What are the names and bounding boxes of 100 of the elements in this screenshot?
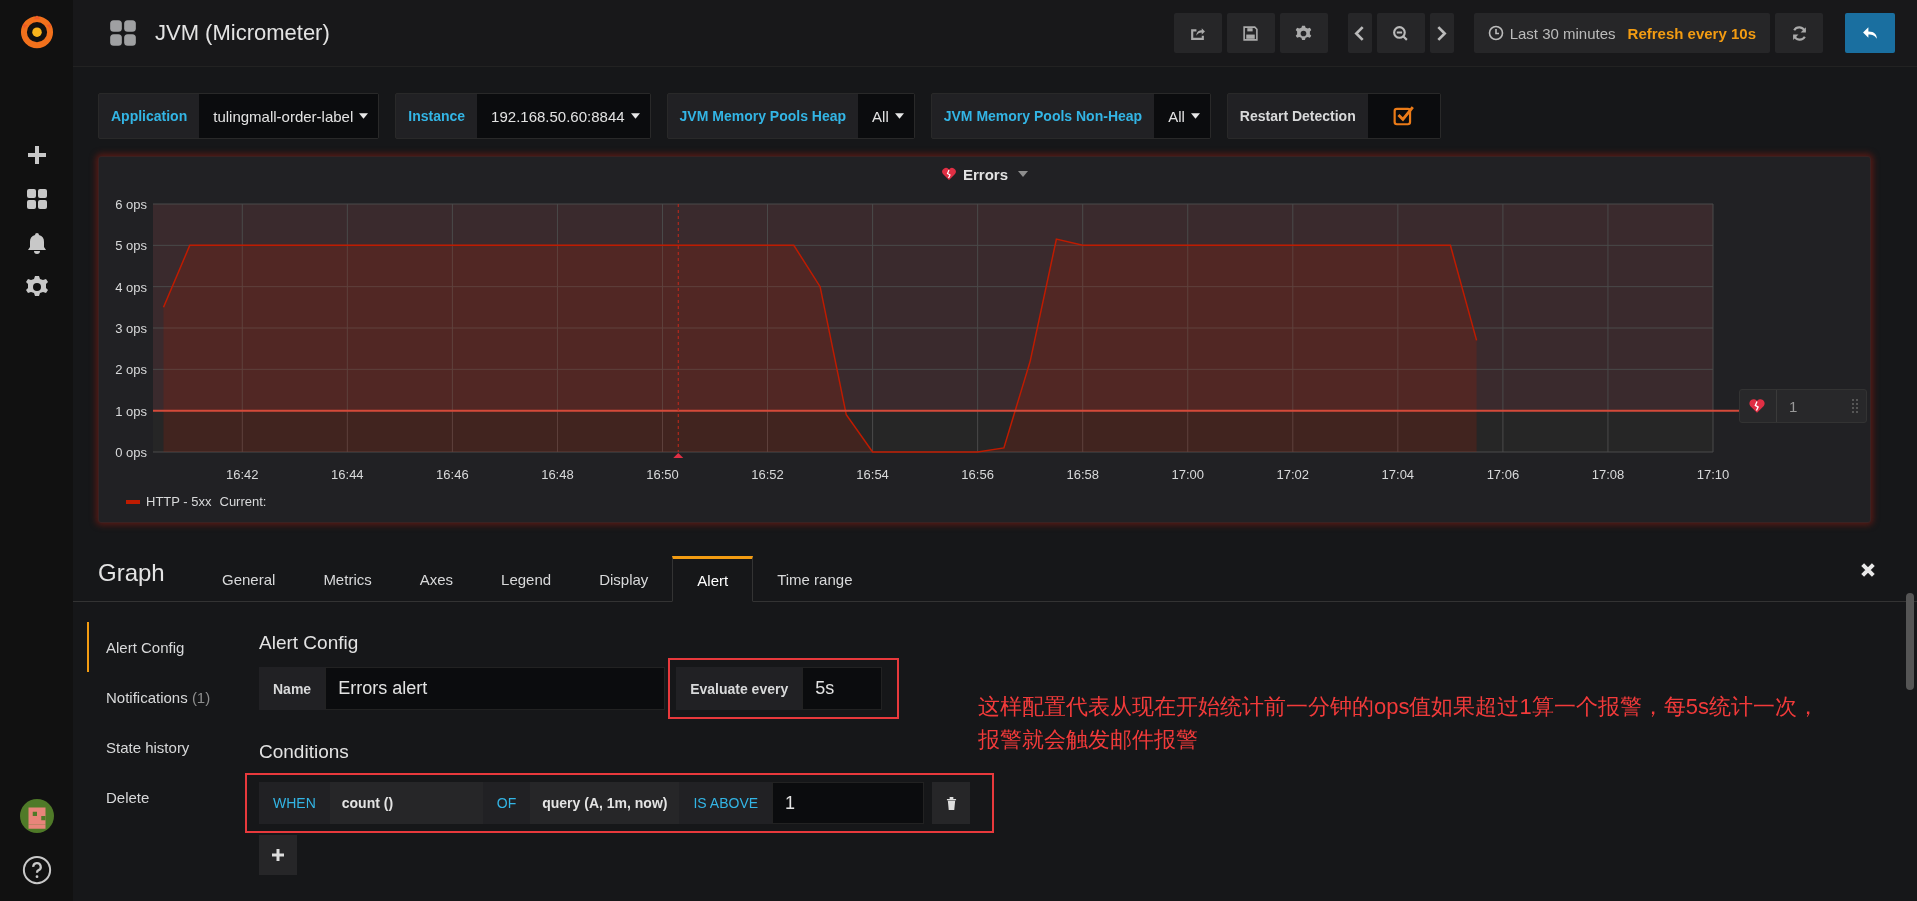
next-button[interactable] <box>1429 13 1454 53</box>
annotation-marker[interactable] <box>673 203 684 458</box>
field-label: Name <box>259 667 326 710</box>
save-button[interactable] <box>1226 13 1275 53</box>
threshold-field[interactable]: 1 <box>772 782 925 824</box>
tab[interactable]: Display <box>575 556 673 602</box>
variable-label: JVM Memory Pools Heap <box>678 107 848 126</box>
zoom-out-icon <box>1392 24 1410 42</box>
axis-label: 17:08 <box>1591 467 1625 482</box>
tab[interactable]: Time range <box>753 556 877 602</box>
axis-label: 17:10 <box>1696 467 1730 482</box>
axis-label: 6 ops <box>115 197 147 212</box>
refresh-icon <box>1790 24 1808 42</box>
time-range-label: Last 30 minutes <box>1509 24 1616 42</box>
axis-label: 3 ops <box>115 321 147 336</box>
axis-label: 16:48 <box>541 467 574 482</box>
reducer-selector[interactable]: count () <box>329 782 483 824</box>
axis-label: 16:50 <box>646 467 679 482</box>
time-picker[interactable]: Last 30 minutes Refresh every 10s <box>1473 13 1770 53</box>
drag-handle-icon <box>1852 399 1858 413</box>
variable-dropdown[interactable]: 192.168.50.60:8844 <box>477 94 650 138</box>
evaluate-field[interactable]: 5s <box>802 667 883 710</box>
axis-label: 16:56 <box>961 467 994 482</box>
close-button[interactable] <box>1859 561 1877 579</box>
dashboard-grid-icon[interactable] <box>109 19 137 47</box>
close-icon <box>1860 562 1876 578</box>
axis-label: 2 ops <box>115 362 147 378</box>
checkbox[interactable] <box>1392 105 1415 127</box>
caret-icon <box>359 113 369 119</box>
axis-label: 16:58 <box>1066 467 1099 482</box>
axis-label: 4 ops <box>115 279 147 295</box>
axis-label: 17:06 <box>1486 467 1520 482</box>
gear-icon <box>1295 24 1313 42</box>
help-icon[interactable] <box>21 855 52 885</box>
axis-label: 16:42 <box>226 467 259 482</box>
side-menu-item[interactable]: Delete <box>87 772 247 822</box>
caret-icon <box>630 113 640 119</box>
tab[interactable]: Axes <box>395 556 478 602</box>
panel-title[interactable]: Errors <box>963 165 1008 183</box>
variable-dropdown[interactable]: tulingmall-order-label <box>199 94 379 138</box>
plus-icon <box>272 849 284 861</box>
side-menu-item[interactable]: Alert Config <box>87 622 247 672</box>
tab[interactable]: Metrics <box>299 556 396 602</box>
refresh-interval-label: Refresh every 10s <box>1627 24 1756 42</box>
caret-icon <box>894 113 904 119</box>
threshold-handle[interactable]: 1 <box>1739 389 1867 423</box>
previous-button[interactable] <box>1347 13 1372 53</box>
dashboard-title[interactable]: JVM (Micrometer) <box>155 20 330 46</box>
scrollbar[interactable] <box>1906 593 1914 690</box>
broken-heart-icon <box>941 166 957 182</box>
tab[interactable]: Legend <box>477 556 576 602</box>
variable-label: Restart Detection <box>1238 107 1357 126</box>
legend-label[interactable]: HTTP - 5xx <box>146 494 212 509</box>
section-title: Alert Config <box>259 632 360 655</box>
tab[interactable]: Alert <box>672 556 754 602</box>
settings-icon[interactable] <box>24 275 49 299</box>
variable-dropdown[interactable]: All <box>1154 94 1210 138</box>
axis-label: 17:04 <box>1381 467 1415 482</box>
axis-label: 1 ops <box>115 403 147 419</box>
field-label: Evaluate every <box>676 667 803 710</box>
axis-label: 5 ops <box>115 238 147 254</box>
side-menu-item[interactable]: Notifications (1) <box>87 672 247 722</box>
section-title: Conditions <box>259 741 350 764</box>
trash-icon <box>945 796 957 810</box>
save-icon <box>1242 24 1260 42</box>
editor-title: Graph <box>98 559 166 588</box>
legend-swatch <box>126 499 140 504</box>
axis-label: 16:44 <box>331 467 364 482</box>
axis-label: 16:52 <box>751 467 784 482</box>
name-field[interactable]: Errors alert <box>325 667 666 710</box>
evaluator-selector[interactable]: IS ABOVE <box>679 782 773 824</box>
axis-label: 0 ops <box>115 445 147 460</box>
share-button[interactable] <box>1173 13 1222 53</box>
avatar-icon[interactable] <box>19 799 54 833</box>
dashboards-icon[interactable] <box>24 187 49 211</box>
caret-icon <box>1190 113 1200 119</box>
add-condition-button[interactable] <box>259 835 297 875</box>
axis-label: 16:46 <box>436 467 469 482</box>
variable-dropdown[interactable]: All <box>858 94 914 138</box>
delete-button[interactable] <box>932 782 971 824</box>
broken-heart-icon <box>1748 397 1766 415</box>
caret-icon[interactable] <box>1018 171 1028 177</box>
tab[interactable]: General <box>198 556 300 602</box>
back-button[interactable] <box>1845 13 1895 53</box>
settings-button[interactable] <box>1279 13 1328 53</box>
refresh-button[interactable] <box>1775 13 1823 53</box>
legend-value-label: Current: <box>219 494 267 509</box>
clock-icon <box>1487 25 1504 41</box>
variable-label: Application <box>110 107 189 126</box>
axis-label: 17:00 <box>1171 467 1204 482</box>
keyword-label: WHEN <box>259 782 330 824</box>
variable-label: JVM Memory Pools Non-Heap <box>942 107 1144 126</box>
annotation-note: 这样配置代表从现在开始统计前一分钟的ops值如果超过1算一个报警，每5s统计一次，报警就会触发邮件报警 <box>978 693 1820 754</box>
axis-label: 16:54 <box>856 467 889 482</box>
query-selector[interactable]: query (A, 1m, now) <box>530 782 680 824</box>
axis-label: 17:02 <box>1276 467 1310 482</box>
side-menu-item[interactable]: State history <box>87 722 247 772</box>
variable-label: Instance <box>407 107 467 126</box>
zoom-out-button[interactable] <box>1376 13 1425 53</box>
keyword-label: OF <box>482 782 531 824</box>
